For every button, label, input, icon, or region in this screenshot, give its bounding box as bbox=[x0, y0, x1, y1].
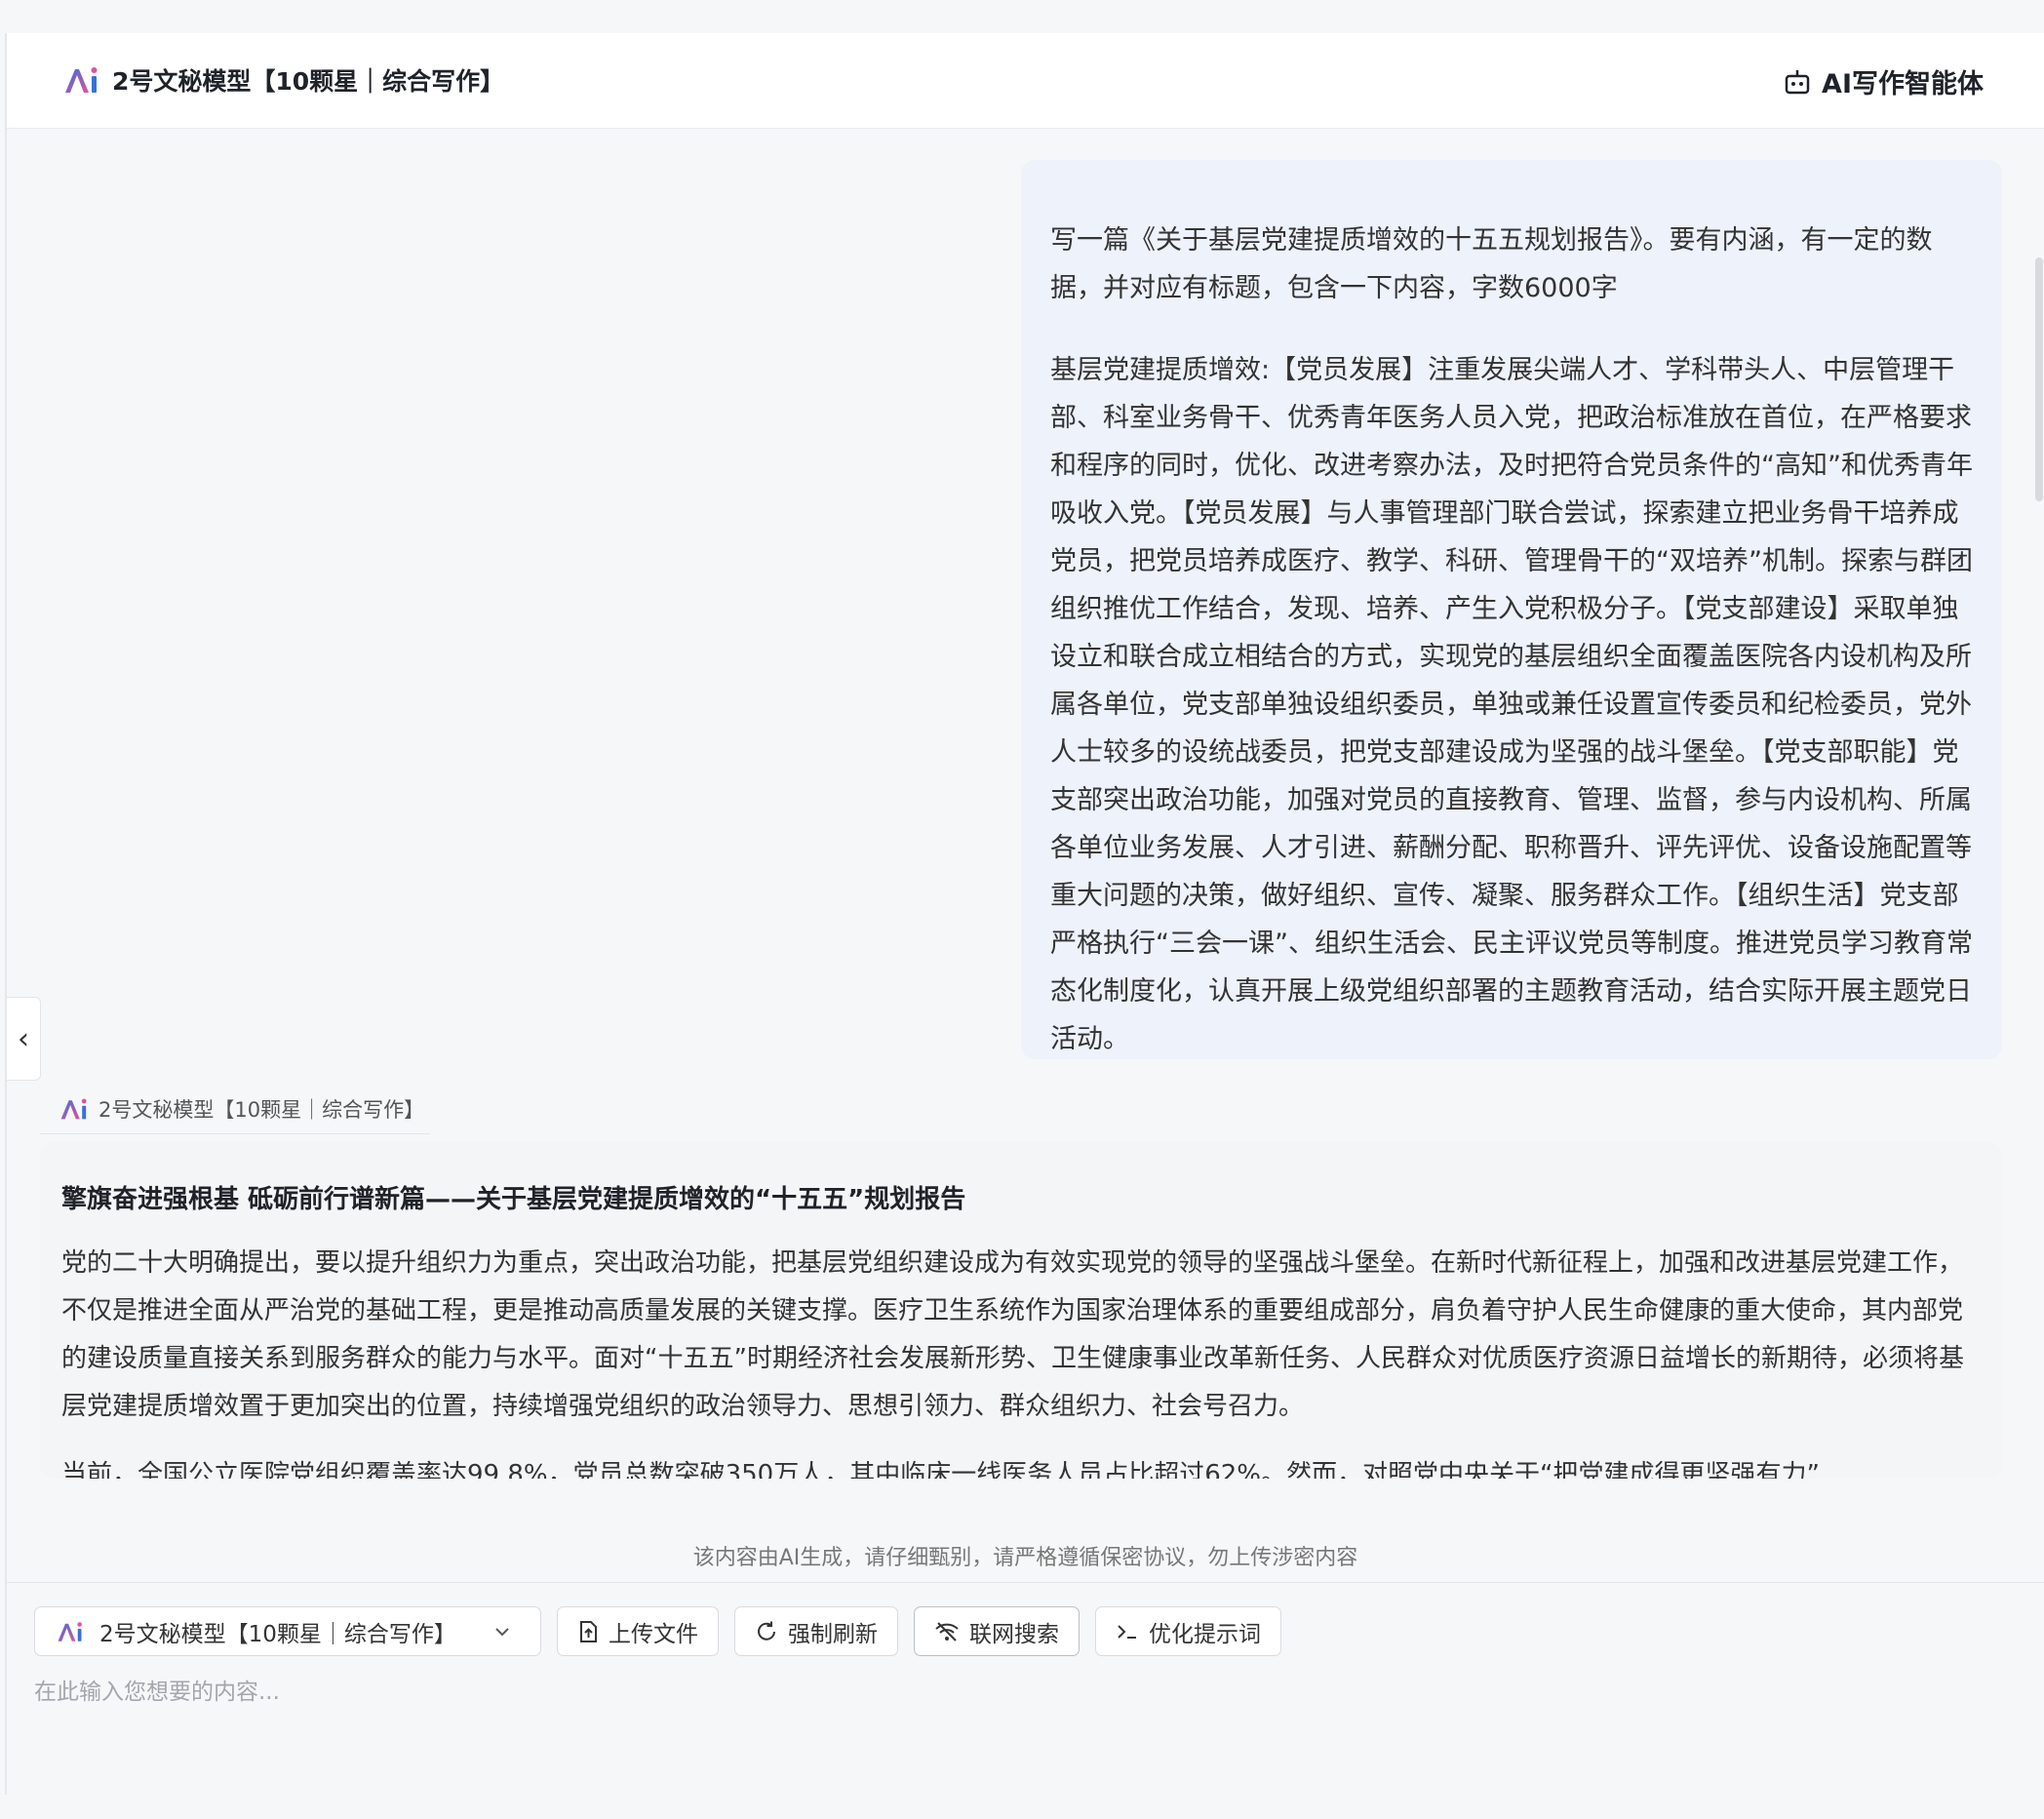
user-message: 写一篇《关于基层党建提质增效的十五五规划报告》。要有内涵，有一定的数据，并对应有… bbox=[1021, 160, 2002, 1059]
optimize-prompt-button[interactable]: 优化提示词 bbox=[1095, 1606, 1281, 1656]
ai-logo-icon bbox=[58, 1621, 82, 1641]
refresh-icon bbox=[758, 1621, 775, 1641]
brand: 2号文秘模型【10颗星｜综合写作】 bbox=[63, 62, 504, 98]
agent-label: AI写作智能体 bbox=[1822, 69, 1984, 99]
upload-file-button[interactable]: 上传文件 bbox=[557, 1606, 719, 1656]
app-frame: 2号文秘模型【10颗星｜综合写作】 AI写作智能体 写一篇《关于基层党建提质增效… bbox=[5, 33, 2044, 1819]
ai-logo-icon bbox=[60, 1098, 87, 1120]
wifi-off-icon bbox=[935, 1621, 959, 1641]
assistant-answer: 擎旗奋进强根基 砥砺前行谱新篇——关于基层党建提质增效的“十五五”规划报告 党的… bbox=[40, 1142, 2002, 1479]
message-input[interactable] bbox=[34, 1673, 1965, 1819]
user-message-paragraph: 写一篇《关于基层党建提质增效的十五五规划报告》。要有内涵，有一定的数据，并对应有… bbox=[1050, 225, 1933, 303]
answer-title: 擎旗奋进强根基 砥砺前行谱新篇——关于基层党建提质增效的“十五五”规划报告 bbox=[61, 1185, 966, 1214]
chevron-down-icon bbox=[495, 1627, 509, 1636]
model-select[interactable]: 2号文秘模型【10颗星｜综合写作】 bbox=[34, 1606, 541, 1656]
model-title: 2号文秘模型【10颗星｜综合写作】 bbox=[112, 67, 505, 96]
ai-writing-agent-button[interactable]: AI写作智能体 bbox=[1783, 62, 1984, 100]
ai-disclaimer: 该内容由AI生成，请仔细甄别，请严格遵循保密协议，勿上传涉密内容 bbox=[692, 1546, 1358, 1570]
user-message-paragraph: 基层党建提质增效:【党员发展】注重发展尖端人才、学科带头人、中层管理干部、科室业… bbox=[1050, 355, 1973, 1054]
assistant-model-name: 2号文秘模型【10颗星｜综合写作】 bbox=[98, 1098, 425, 1122]
answer-paragraph: 党的二十大明确提出，要以提升组织力为重点，突出政治功能，把基层党组织建设成为有效… bbox=[61, 1248, 1964, 1421]
chevron-left-icon: ‹ bbox=[18, 1021, 29, 1056]
composer: 2号文秘模型【10颗星｜综合写作】 上传文件 强制刷新 联网搜索 优化提示词 在… bbox=[7, 1582, 2044, 1819]
force-refresh-button[interactable]: 强制刷新 bbox=[734, 1606, 898, 1656]
collapse-sidebar-button[interactable]: ‹ bbox=[7, 997, 41, 1081]
composer-toolbar: 2号文秘模型【10颗星｜综合写作】 上传文件 强制刷新 联网搜索 优化提示词 bbox=[34, 1606, 1281, 1656]
answer-paragraph: 当前，全国公立医院党组织覆盖率达99.8%，党员总数突破350万人，其中临床一线… bbox=[61, 1460, 1820, 1479]
model-select-value: 2号文秘模型【10颗星｜综合写作】 bbox=[99, 1621, 456, 1647]
robot-icon bbox=[1785, 69, 1810, 94]
scrollbar-thumb[interactable] bbox=[2035, 257, 2043, 501]
assistant-model-tag: 2号文秘模型【10颗星｜综合写作】 bbox=[40, 1085, 430, 1134]
web-search-toggle[interactable]: 联网搜索 bbox=[914, 1606, 1080, 1656]
header: 2号文秘模型【10颗星｜综合写作】 AI写作智能体 bbox=[7, 33, 2044, 129]
scrollbar-track[interactable] bbox=[2034, 129, 2044, 1572]
ai-logo-icon bbox=[65, 67, 98, 93]
upload-file-icon bbox=[580, 1620, 597, 1642]
terminal-icon bbox=[1118, 1624, 1136, 1639]
